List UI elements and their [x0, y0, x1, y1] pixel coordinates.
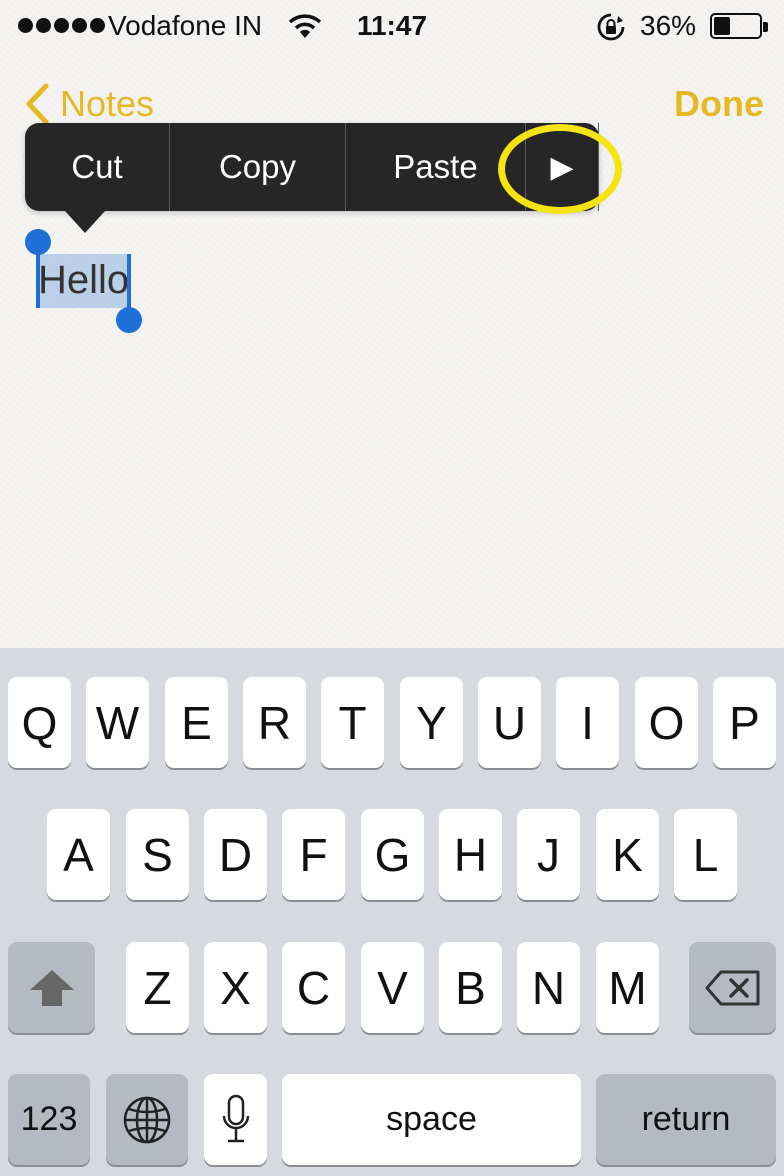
- back-button[interactable]: Notes: [24, 80, 154, 128]
- key-m[interactable]: M: [596, 942, 659, 1033]
- key-k[interactable]: K: [596, 809, 659, 900]
- done-button[interactable]: Done: [674, 80, 764, 128]
- key-h[interactable]: H: [439, 809, 502, 900]
- shift-key[interactable]: [8, 942, 95, 1033]
- key-x[interactable]: X: [204, 942, 267, 1033]
- keyboard: Q W E R T Y U I O P A S D F G H J K L Z …: [0, 648, 784, 1176]
- shift-arrow-icon: [29, 969, 74, 1006]
- menu-pointer: [65, 211, 105, 233]
- battery-icon: [710, 13, 768, 39]
- numbers-key[interactable]: 123: [8, 1074, 90, 1165]
- copy-button[interactable]: Copy: [170, 123, 346, 211]
- key-j[interactable]: J: [517, 809, 580, 900]
- chevron-left-icon: [26, 83, 49, 125]
- key-z[interactable]: Z: [126, 942, 189, 1033]
- key-g[interactable]: G: [361, 809, 424, 900]
- space-key[interactable]: space: [282, 1074, 581, 1165]
- key-w[interactable]: W: [86, 677, 149, 768]
- key-r[interactable]: R: [243, 677, 306, 768]
- key-i[interactable]: I: [556, 677, 619, 768]
- status-bar: Vodafone IN 11:47 36%: [0, 0, 784, 52]
- selection-end-caret: [127, 254, 131, 310]
- selected-text[interactable]: Hello: [38, 256, 129, 304]
- battery-percent: 36%: [640, 10, 697, 41]
- rotation-lock-icon: [596, 12, 626, 47]
- key-p[interactable]: P: [713, 677, 776, 768]
- selection-end-handle[interactable]: [116, 307, 142, 333]
- delete-key[interactable]: [689, 942, 776, 1033]
- back-button-label: Notes: [60, 83, 155, 124]
- key-t[interactable]: T: [321, 677, 384, 768]
- key-n[interactable]: N: [517, 942, 580, 1033]
- key-y[interactable]: Y: [400, 677, 463, 768]
- selection-start-handle[interactable]: [25, 229, 51, 255]
- globe-key[interactable]: [106, 1074, 188, 1165]
- microphone-icon: [222, 1094, 249, 1142]
- dictation-key[interactable]: [204, 1074, 267, 1165]
- cut-button[interactable]: Cut: [25, 123, 170, 211]
- key-b[interactable]: B: [439, 942, 502, 1033]
- key-v[interactable]: V: [361, 942, 424, 1033]
- key-s[interactable]: S: [126, 809, 189, 900]
- key-o[interactable]: O: [635, 677, 698, 768]
- key-u[interactable]: U: [478, 677, 541, 768]
- highlight-circle-annotation: [498, 124, 622, 214]
- key-d[interactable]: D: [204, 809, 267, 900]
- key-f[interactable]: F: [282, 809, 345, 900]
- key-e[interactable]: E: [165, 677, 228, 768]
- key-a[interactable]: A: [47, 809, 110, 900]
- key-c[interactable]: C: [282, 942, 345, 1033]
- selection-start-caret: [36, 252, 40, 308]
- key-l[interactable]: L: [674, 809, 737, 900]
- globe-icon: [123, 1096, 171, 1143]
- backspace-icon: [705, 970, 759, 1005]
- key-q[interactable]: Q: [8, 677, 71, 768]
- return-key[interactable]: return: [596, 1074, 776, 1165]
